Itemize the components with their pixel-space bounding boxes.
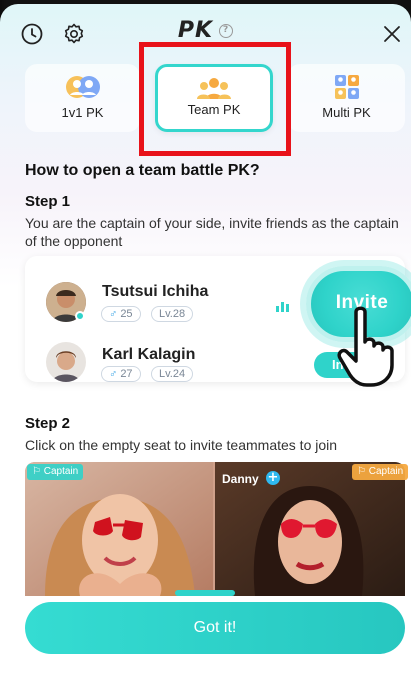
age-badge: ♂ 27 bbox=[101, 366, 141, 382]
captain-label: Captain bbox=[43, 466, 79, 477]
seats-preview bbox=[25, 462, 405, 596]
follow-plus-icon[interactable]: + bbox=[266, 471, 280, 485]
two-users-icon bbox=[65, 76, 100, 98]
male-icon: ♂ bbox=[109, 368, 118, 380]
help-icon[interactable]: ? bbox=[219, 24, 234, 38]
level-badge: Lv.28 bbox=[151, 306, 194, 322]
flag-icon: ⚐ bbox=[32, 466, 41, 477]
step1-title: Step 1 bbox=[25, 193, 71, 210]
age-badge: ♂ 25 bbox=[101, 306, 141, 322]
pointer-hand-icon bbox=[337, 306, 394, 387]
audio-bars-icon bbox=[276, 302, 289, 312]
step2-heading: Step 2 bbox=[25, 415, 83, 434]
got-it-button[interactable]: Got it! bbox=[25, 602, 405, 654]
tab-1v1-pk[interactable]: 1v1 PK bbox=[25, 64, 140, 132]
seats-photo bbox=[25, 462, 405, 596]
tab-label: Multi PK bbox=[322, 105, 371, 120]
user-name: Karl Kalagin bbox=[102, 346, 196, 363]
avatar[interactable] bbox=[46, 342, 86, 382]
grid-users-icon bbox=[334, 75, 359, 99]
pk-help-sheet: PK? 1v1 PK Team PK Multi PK How to open … bbox=[0, 4, 411, 679]
seat-user-name: Danny bbox=[222, 472, 259, 486]
step1-description: You are the captain of your side, invite… bbox=[25, 215, 399, 249]
age-value: 25 bbox=[120, 308, 133, 320]
captain-label: Captain bbox=[368, 466, 404, 477]
step2-description: Click on the empty seat to invite teamma… bbox=[25, 437, 338, 453]
step2-title: Step 2 bbox=[25, 415, 71, 432]
age-value: 27 bbox=[120, 368, 133, 380]
avatar-photo bbox=[46, 342, 86, 382]
captain-tag-right: ⚐ Captain bbox=[352, 464, 409, 480]
level-badge: Lv.24 bbox=[151, 366, 194, 382]
user-name: Tsutsui Ichiha bbox=[102, 283, 209, 300]
highlight-box bbox=[139, 42, 291, 156]
tab-label: 1v1 PK bbox=[61, 105, 104, 120]
online-status-dot bbox=[75, 311, 85, 321]
flag-icon: ⚐ bbox=[357, 466, 366, 477]
tab-multi-pk[interactable]: Multi PK bbox=[288, 64, 405, 132]
title-text: PK bbox=[177, 18, 214, 43]
close-icon[interactable] bbox=[380, 22, 404, 46]
male-icon: ♂ bbox=[109, 308, 118, 320]
captain-tag-left: ⚐ Captain bbox=[27, 464, 84, 480]
section-question: How to open a team battle PK? bbox=[25, 162, 260, 179]
step1-heading: Step 1 bbox=[25, 193, 83, 212]
page-title: PK? bbox=[0, 18, 411, 43]
